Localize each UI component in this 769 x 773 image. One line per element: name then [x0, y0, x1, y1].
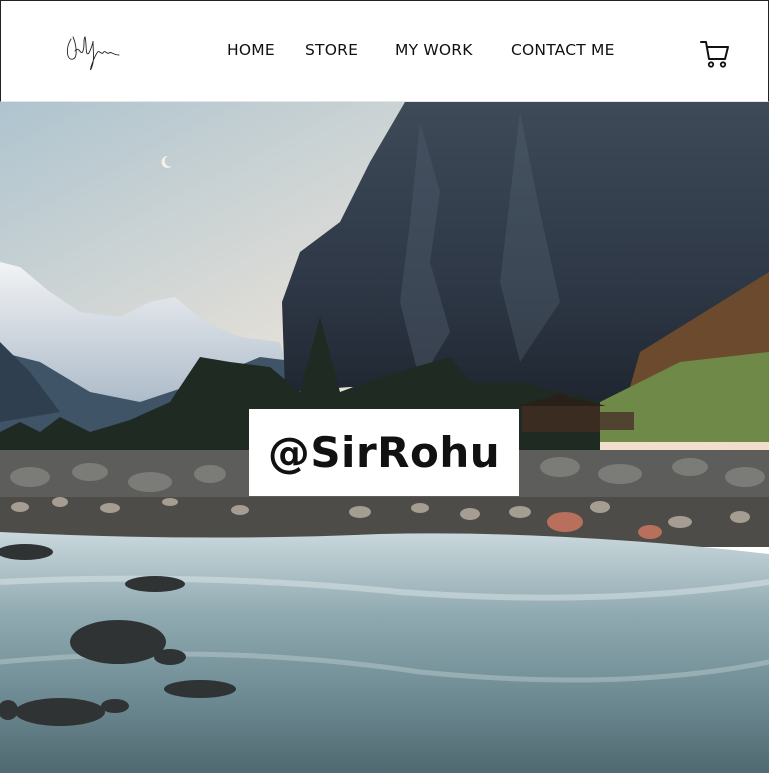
- nav-my-work[interactable]: MY WORK: [395, 41, 473, 59]
- nav-store[interactable]: STORE: [305, 41, 358, 59]
- hero-title-box: @SirRohu: [249, 409, 519, 496]
- hero-title: @SirRohu: [267, 428, 501, 477]
- hero-section: @SirRohu: [0, 102, 769, 773]
- signature-logo[interactable]: [63, 31, 123, 73]
- nav-home[interactable]: HOME: [227, 41, 275, 59]
- nav-contact-me[interactable]: CONTACT ME: [511, 41, 615, 59]
- cart-icon[interactable]: [699, 39, 731, 69]
- site-header: HOME STORE MY WORK CONTACT ME: [0, 0, 769, 102]
